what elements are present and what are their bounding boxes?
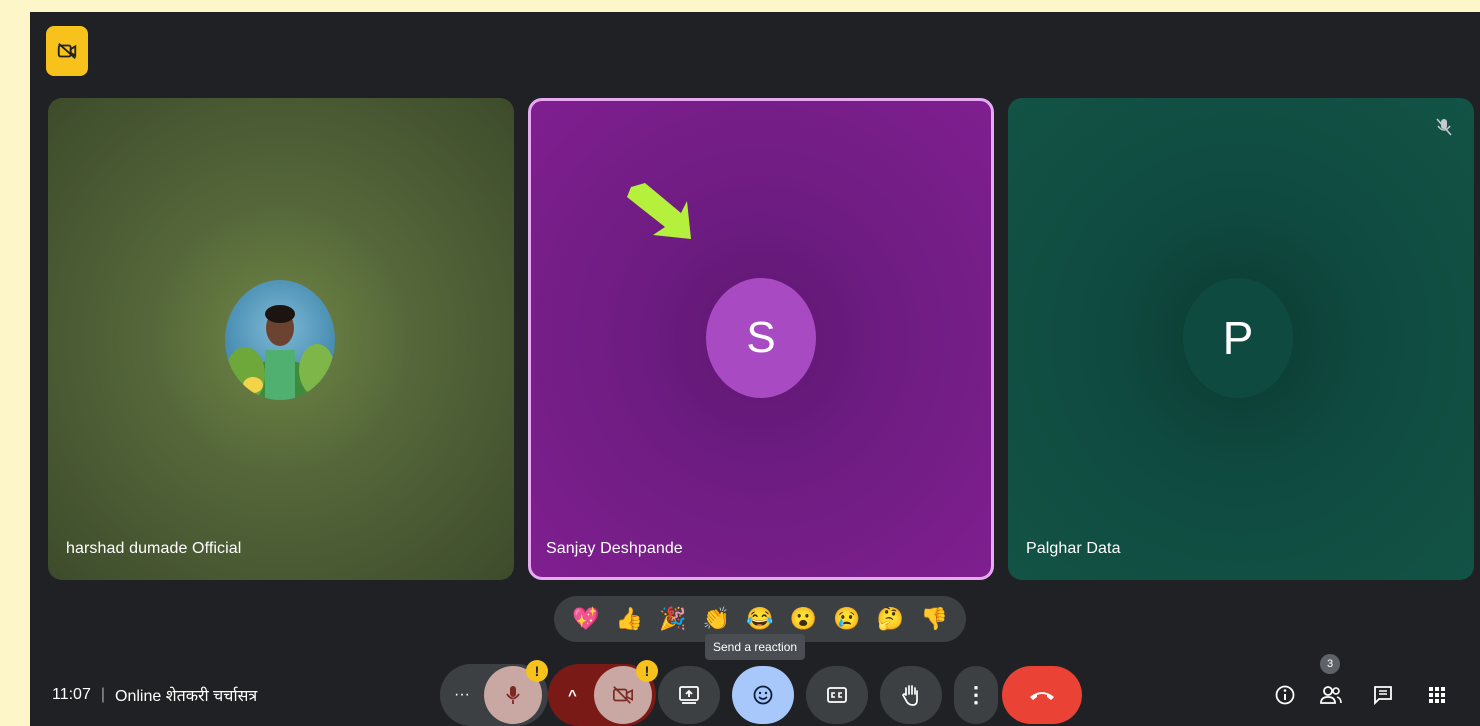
people-icon [1320, 686, 1342, 704]
meeting-title: Online शेतकरी चर्चासत्र [115, 688, 258, 705]
mic-off-icon [506, 686, 520, 704]
raise-hand-icon [902, 685, 918, 706]
participant-tile-2[interactable]: S Sanjay Deshpande [528, 98, 994, 580]
video-settings-button[interactable]: ^ [568, 687, 577, 704]
end-call-icon [1030, 692, 1054, 700]
camera-control-group: ^ ! [548, 660, 658, 726]
meeting-screen: harshad dumade Official S Sanjay Deshpan… [30, 12, 1480, 726]
chat-button[interactable] [1368, 680, 1398, 710]
reaction-surprised[interactable]: 😮 [790, 608, 817, 630]
captions-icon [827, 687, 847, 703]
camera-off-badge[interactable] [46, 26, 88, 76]
activities-button[interactable] [1422, 680, 1452, 710]
video-off-icon [613, 686, 633, 704]
participant-count-badge: 3 [1320, 654, 1340, 674]
participant-name: Palghar Data [1026, 540, 1121, 557]
participant-name: Sanjay Deshpande [546, 540, 683, 557]
mic-off-icon [1436, 118, 1452, 136]
participant-initial-avatar: P [1183, 278, 1293, 398]
present-screen-button[interactable] [658, 666, 720, 724]
pointer-arrow-icon [627, 183, 691, 239]
participant-name: harshad dumade Official [66, 540, 242, 557]
captions-button[interactable] [806, 666, 868, 724]
leave-call-button[interactable] [1002, 666, 1082, 724]
info-icon [1275, 685, 1295, 705]
smiley-icon [753, 685, 773, 705]
reaction-thumbs-up[interactable]: 👍 [616, 608, 643, 630]
reactions-button[interactable] [732, 666, 794, 724]
raise-hand-button[interactable] [880, 666, 942, 724]
reaction-sad[interactable]: 😢 [833, 608, 860, 630]
more-options-button[interactable]: ⋮ [954, 666, 998, 724]
audio-settings-button[interactable]: ··· [454, 686, 470, 704]
reaction-heart[interactable]: 💖 [572, 608, 599, 630]
meeting-time: 11:07 [52, 686, 91, 703]
meeting-details-button[interactable] [1270, 680, 1300, 710]
reaction-thumbs-down[interactable]: 👎 [920, 608, 947, 630]
participant-avatar-photo [225, 280, 335, 400]
apps-grid-icon [1429, 687, 1445, 703]
camera-warning-badge: ! [636, 660, 658, 682]
people-button[interactable] [1316, 680, 1346, 710]
participant-tile-1[interactable]: harshad dumade Official [48, 98, 514, 580]
participant-tile-3[interactable]: P Palghar Data [1008, 98, 1474, 580]
mic-control-group: ··· ! [440, 660, 548, 726]
mic-warning-badge: ! [526, 660, 548, 682]
meeting-info-separator: | [100, 686, 106, 703]
chat-icon [1374, 686, 1392, 706]
reaction-laugh[interactable]: 😂 [746, 608, 773, 630]
video-off-icon [57, 42, 77, 60]
more-vert-icon: ⋮ [965, 682, 987, 707]
reaction-party[interactable]: 🎉 [659, 608, 686, 630]
reaction-thinking[interactable]: 🤔 [877, 608, 904, 630]
reaction-clap[interactable]: 👏 [703, 608, 730, 630]
reaction-tooltip: Send a reaction [705, 634, 806, 660]
participant-initial-avatar: S [706, 278, 816, 398]
present-screen-icon [679, 686, 699, 704]
meeting-info: 11:07 | Online शेतकरी चर्चासत्र [52, 684, 257, 706]
